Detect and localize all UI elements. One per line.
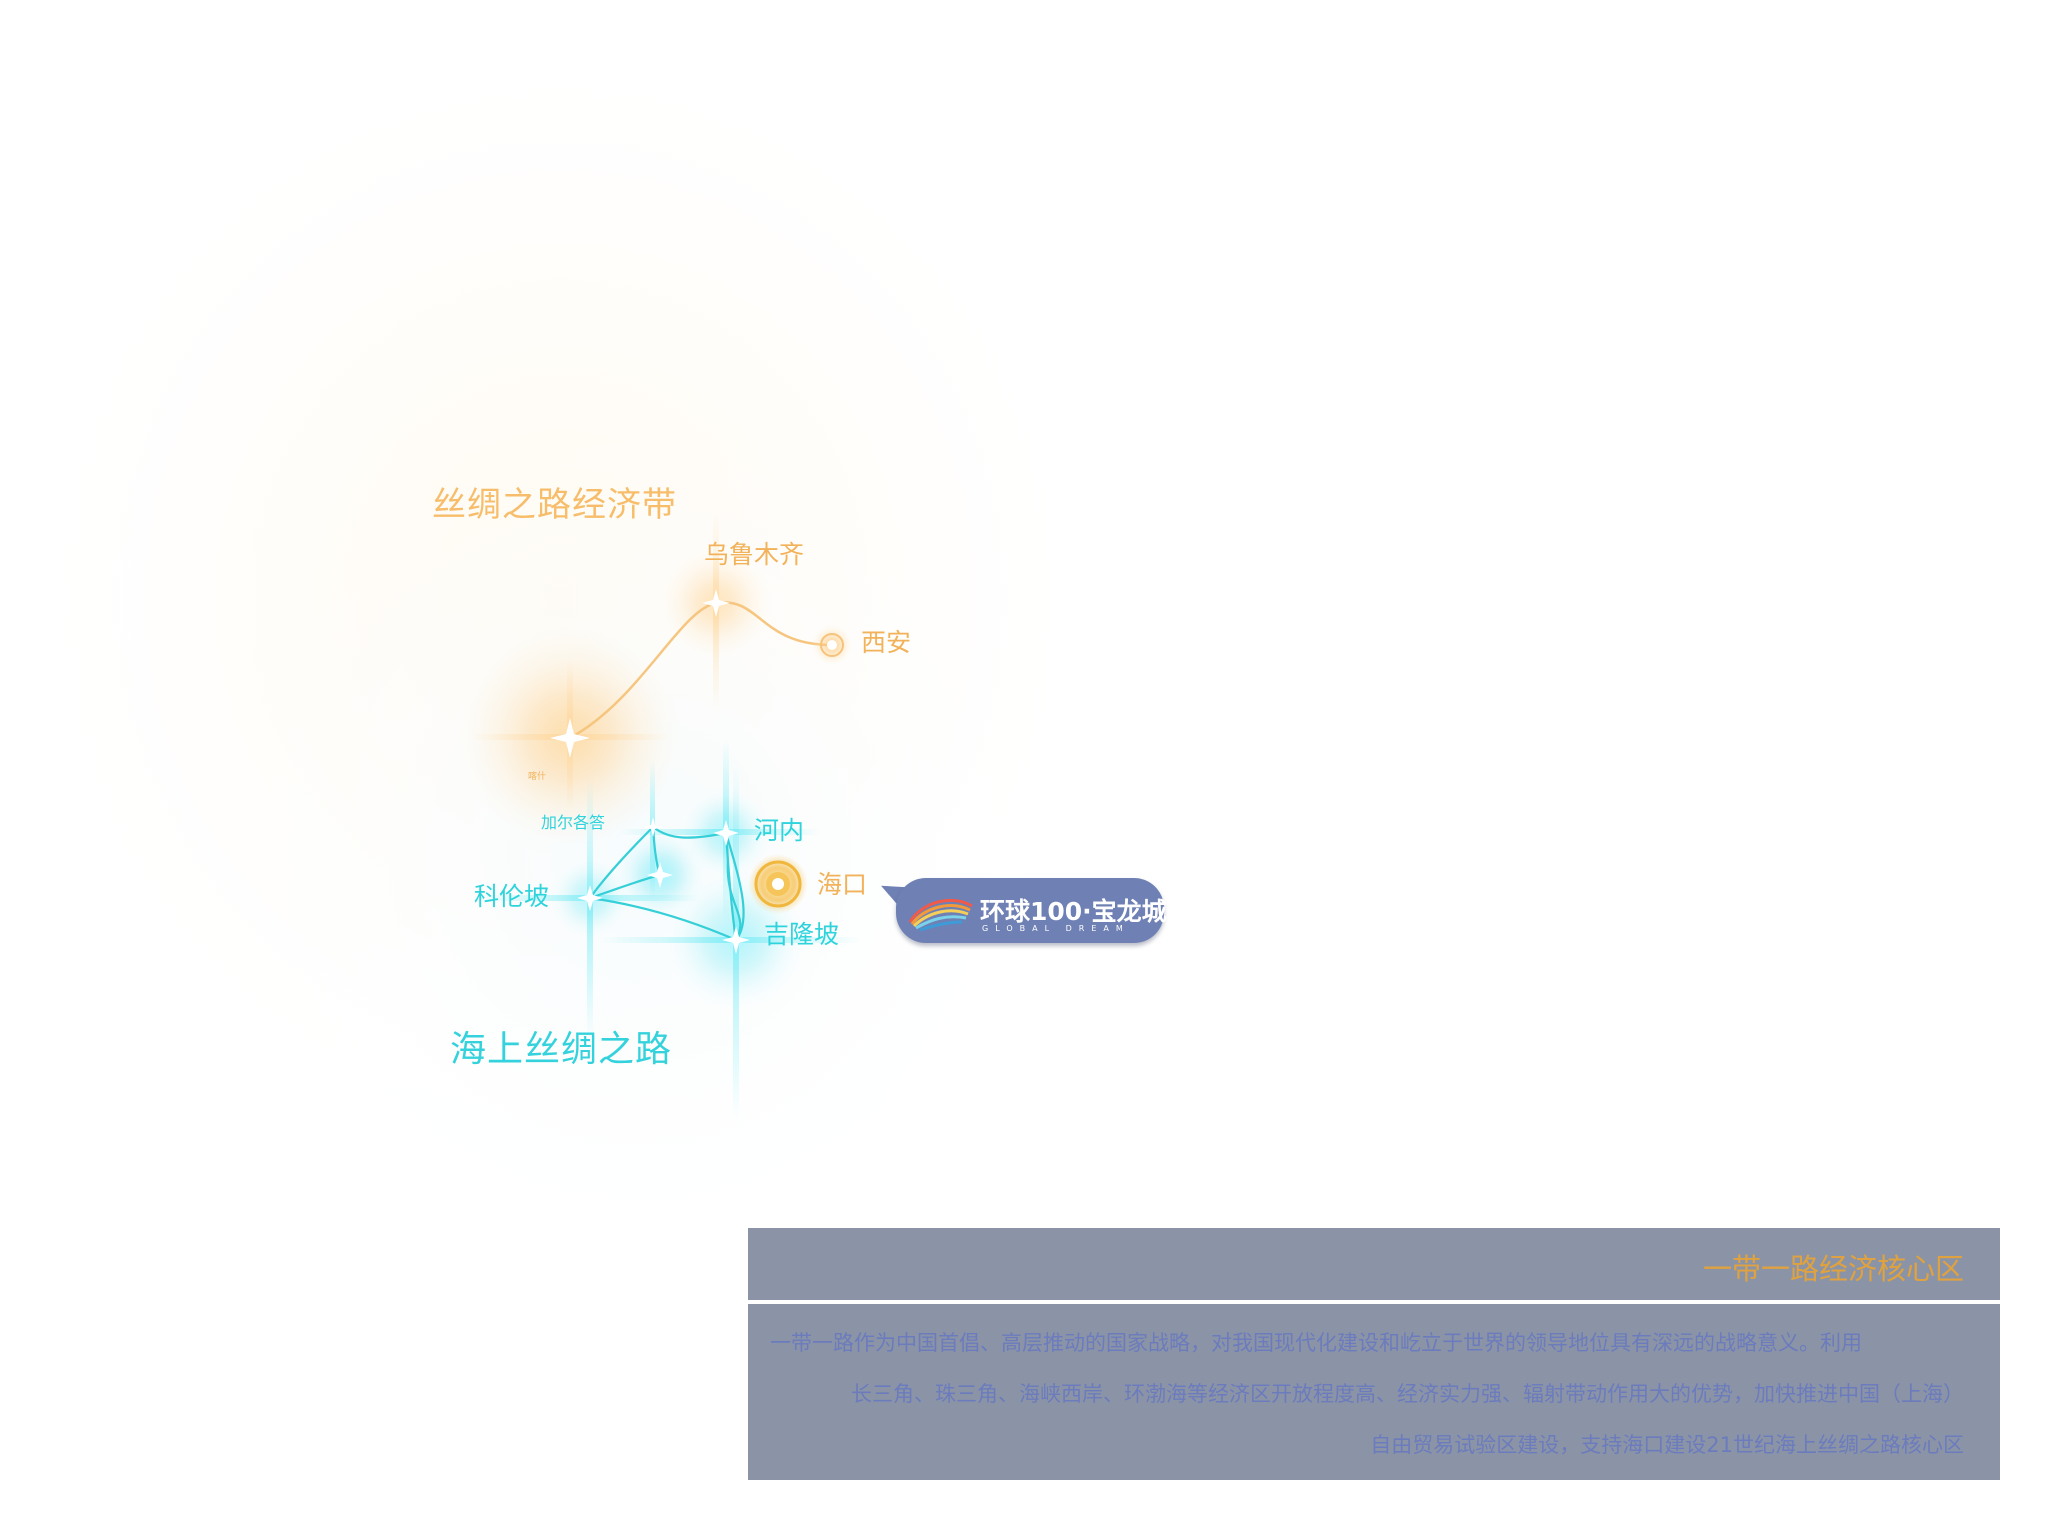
city-label-kuala-lumpur: 吉隆坡: [764, 920, 840, 949]
city-label-colombo: 科伦坡: [474, 882, 550, 911]
maritime-silk-road-title: 海上丝绸之路: [450, 1029, 673, 1070]
brand-name: 环球100·宝龙城: [980, 897, 1167, 926]
brand-callout[interactable]: 环球100·宝龙城 GLOBAL DREAM: [896, 878, 1167, 943]
info-line-1: 一带一路作为中国首倡、高层推动的国家战略，对我国现代化建设和屹立于世界的领导地位…: [770, 1331, 1862, 1355]
city-label-kashgar: 喀什: [528, 772, 547, 782]
city-label-xian: 西安: [861, 628, 912, 657]
info-panel-title: 一带一路经济核心区: [1702, 1252, 1964, 1286]
city-label-haikou: 海口: [817, 870, 868, 899]
xian-marker-dot: [827, 640, 837, 650]
brand-subtitle: GLOBAL DREAM: [982, 924, 1130, 933]
city-label-calcutta: 加尔各答: [541, 813, 606, 832]
haikou-marker-dot: [772, 878, 784, 890]
info-panel-header: 一带一路经济核心区: [748, 1228, 2000, 1300]
info-panel-text: 一带一路作为中国首倡、高层推动的国家战略，对我国现代化建设和屹立于世界的领导地位…: [770, 1318, 1964, 1471]
map-slide: 丝绸之路经济带 海上丝绸之路 乌鲁木齐 西安 喀什 加尔各答 河内 海口 科伦坡…: [0, 0, 2048, 1536]
city-label-hanoi: 河内: [754, 816, 805, 845]
silk-road-belt-title: 丝绸之路经济带: [432, 485, 677, 525]
info-line-2: 长三角、珠三角、海峡西岸、环渤海等经济区开放程度高、经济实力强、辐射带动作用大的…: [851, 1382, 1964, 1406]
sunrise-wave-logo-icon: [908, 898, 973, 932]
city-label-urumqi: 乌鲁木齐: [704, 540, 805, 569]
info-panel-body: 一带一路作为中国首倡、高层推动的国家战略，对我国现代化建设和屹立于世界的领导地位…: [748, 1304, 2000, 1480]
info-line-3: 自由贸易试验区建设，支持海口建设21世纪海上丝绸之路核心区: [1370, 1433, 1964, 1457]
